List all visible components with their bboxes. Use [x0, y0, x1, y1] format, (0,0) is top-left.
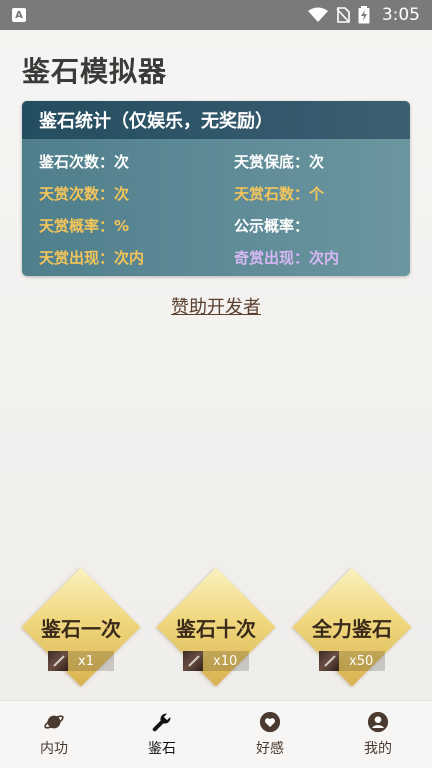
appraise-ten-button[interactable]: 鉴石十次 x10	[156, 567, 276, 687]
nav-label: 好感	[256, 741, 284, 757]
stat-item: 奇赏出现：次内	[234, 248, 340, 267]
nav-item-haogan[interactable]: 好感	[216, 701, 324, 768]
page-title: 鉴石模拟器	[22, 55, 168, 88]
wrench-icon	[152, 713, 171, 732]
stat-item: 天赏概率：%	[39, 216, 130, 235]
brush-item-icon	[48, 651, 68, 671]
cost-count: x10	[213, 653, 238, 669]
action-label: 鉴石一次	[41, 617, 121, 641]
appraise-full-button[interactable]: 全力鉴石 x50	[292, 567, 412, 687]
status-bar: A 3:05	[0, 0, 432, 30]
wifi-icon	[307, 7, 328, 22]
no-sim-icon	[336, 7, 350, 23]
cost-badge: x1	[48, 651, 114, 671]
nav-item-jianshi[interactable]: 鉴石	[108, 701, 216, 768]
sponsor-link[interactable]: 赞助开发者	[0, 293, 432, 319]
appraise-once-button[interactable]: 鉴石一次 x1	[21, 567, 141, 687]
nav-item-wode[interactable]: 我的	[324, 701, 432, 768]
nav-label: 我的	[364, 741, 392, 757]
brush-item-icon	[183, 651, 203, 671]
battery-charging-icon	[358, 6, 370, 24]
nav-item-neigong[interactable]: 内功	[0, 701, 108, 768]
stat-item: 天赏保底：次	[234, 152, 325, 171]
stats-card: 鉴石统计（仅娱乐，无奖励） 鉴石次数：次 天赏保底：次天赏次数：次 天赏石数：个天赏…	[22, 101, 410, 276]
cost-count: x50	[349, 653, 374, 669]
brush-item-icon	[319, 651, 339, 671]
stat-item: 天赏次数：次	[39, 184, 130, 203]
stat-item: 公示概率：	[234, 216, 310, 235]
stats-header: 鉴石统计（仅娱乐，无奖励）	[22, 101, 410, 139]
stat-item: 天赏出现：次内	[39, 248, 145, 267]
action-label: 鉴石十次	[176, 617, 256, 641]
stats-grid: 鉴石次数：次 天赏保底：次天赏次数：次 天赏石数：个天赏概率：% 公示概率： 天赏出现：…	[22, 139, 410, 273]
cost-count: x1	[78, 653, 94, 669]
stat-item: 鉴石次数：次	[39, 152, 130, 171]
heart-icon	[259, 711, 281, 733]
cost-badge: x10	[183, 651, 249, 671]
cost-badge: x50	[319, 651, 385, 671]
stat-item: 天赏石数：个	[234, 184, 325, 203]
bottom-nav: 内功 鉴石 好感 我的	[0, 700, 432, 768]
nav-label: 鉴石	[148, 741, 176, 757]
action-label: 全力鉴石	[312, 617, 392, 641]
app-notification-icon: A	[12, 8, 26, 22]
nav-label: 内功	[40, 741, 68, 757]
status-time: 3:05	[381, 5, 420, 25]
planet-icon	[44, 715, 64, 729]
user-icon	[367, 711, 389, 733]
